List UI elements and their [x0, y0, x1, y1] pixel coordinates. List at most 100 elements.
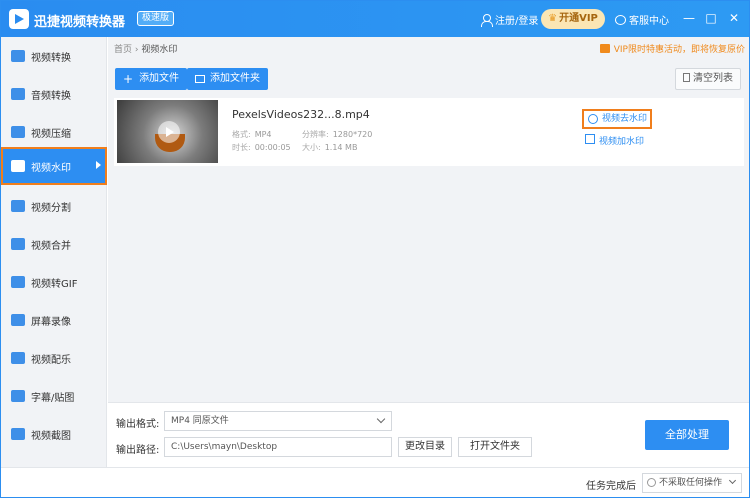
close-button[interactable]: ✕ — [726, 9, 742, 27]
chevron-down-icon — [376, 414, 386, 424]
login-label: 注册/登录 — [495, 16, 539, 27]
file-list-item[interactable]: PexelsVideos232...8.mp4 格式: MP4 分辨率: 1280*… — [114, 98, 744, 166]
play-icon[interactable] — [158, 121, 180, 143]
promo-text: VIP限时特惠活动，即将恢复原价 — [613, 45, 745, 55]
duration-label: 时长: — [232, 143, 251, 152]
video-watermark-icon — [11, 160, 25, 172]
output-format-label: 输出格式: — [116, 419, 160, 430]
minimize-button[interactable]: — — [681, 9, 697, 27]
plus-icon: + — [123, 72, 134, 86]
format-label: 格式: — [232, 130, 251, 139]
crown-icon: ♛ — [548, 13, 558, 24]
music-icon — [11, 352, 25, 364]
breadcrumb: 首页 › 视频水印 — [114, 42, 177, 55]
output-settings: 输出格式: MP4 同原文件 输出路径: C:\Users\mayn\Deskt… — [108, 402, 749, 467]
sidebar-item-video-compress[interactable]: 视频压缩 — [1, 113, 107, 151]
resolution-label: 分辨率: — [302, 130, 329, 139]
screen-record-icon — [11, 314, 25, 326]
sidebar-item-video-screenshot[interactable]: 视频截图 — [1, 415, 107, 453]
breadcrumb-separator: › — [134, 45, 139, 55]
app-window: 迅捷视频转换器 极速版 注册/登录 ♛ 开通VIP 客服中心 — □ ✕ 视频转换… — [0, 0, 750, 498]
after-task-select[interactable]: 不采取任何操作 — [642, 473, 742, 493]
sidebar-item-video-music[interactable]: 视频配乐 — [1, 339, 107, 377]
output-format-value: MP4 同原文件 — [171, 416, 229, 426]
sidebar-item-label: 视频配乐 — [31, 354, 71, 366]
sidebar-item-label: 视频分割 — [31, 202, 71, 214]
sidebar: 视频转换 音频转换 视频压缩 视频水印 视频分割 视频合并 视频转GIF 屏幕录… — [1, 37, 107, 467]
sidebar-item-subtitle-sticker[interactable]: 字幕/贴图 — [1, 377, 107, 415]
open-folder-button[interactable]: 打开文件夹 — [458, 437, 532, 457]
power-icon — [647, 478, 656, 487]
add-folder-button[interactable]: 添加文件夹 — [187, 68, 268, 90]
promo-link[interactable]: VIP限时特惠活动，即将恢复原价 — [599, 42, 745, 55]
output-path-label: 输出路径: — [116, 445, 160, 456]
add-watermark-button[interactable]: 视频加水印 — [599, 134, 644, 147]
vip-label: 开通VIP — [559, 13, 598, 24]
sidebar-item-label: 视频压缩 — [31, 128, 71, 140]
login-link[interactable]: 注册/登录 — [480, 12, 538, 27]
sidebar-item-label: 字幕/贴图 — [31, 392, 75, 404]
sidebar-item-label: 视频截图 — [31, 430, 71, 442]
app-logo-icon — [9, 9, 29, 29]
service-center-link[interactable]: 客服中心 — [615, 12, 669, 27]
chevron-down-icon — [728, 476, 737, 485]
sidebar-item-label: 视频合并 — [31, 240, 71, 252]
add-folder-label: 添加文件夹 — [210, 73, 260, 84]
breadcrumb-home[interactable]: 首页 — [114, 45, 132, 55]
title-bar: 迅捷视频转换器 极速版 注册/登录 ♛ 开通VIP 客服中心 — □ ✕ — [1, 1, 749, 37]
sidebar-item-label: 音频转换 — [31, 90, 71, 102]
change-directory-button[interactable]: 更改目录 — [398, 437, 452, 457]
sidebar-item-video-to-gif[interactable]: 视频转GIF — [1, 263, 107, 301]
video-split-icon — [11, 200, 25, 212]
output-format-select[interactable]: MP4 同原文件 — [164, 411, 392, 431]
breadcrumb-current: 视频水印 — [141, 45, 178, 55]
play-circle-icon — [588, 114, 598, 124]
remove-watermark-button[interactable]: 视频去水印 — [582, 109, 652, 129]
sidebar-item-label: 视频水印 — [31, 162, 71, 174]
sidebar-item-video-watermark[interactable]: 视频水印 — [1, 147, 107, 185]
process-all-button[interactable]: 全部处理 — [645, 420, 729, 450]
resolution-value: 1280*720 — [332, 130, 373, 139]
add-file-label: 添加文件 — [139, 73, 180, 84]
duration-value: 00:00:05 — [254, 143, 291, 152]
edit-icon — [585, 134, 595, 144]
file-duration: 时长: 00:00:05 — [232, 142, 291, 153]
chevron-right-icon — [96, 161, 101, 169]
screenshot-icon — [11, 428, 25, 440]
remove-watermark-label: 视频去水印 — [602, 114, 648, 124]
sidebar-item-screen-record[interactable]: 屏幕录像 — [1, 301, 107, 339]
maximize-button[interactable]: □ — [703, 9, 719, 27]
sidebar-item-video-merge[interactable]: 视频合并 — [1, 225, 107, 263]
video-merge-icon — [11, 238, 25, 250]
service-label: 客服中心 — [629, 16, 669, 27]
clear-list-label: 清空列表 — [693, 73, 733, 84]
size-value: 1.14 MB — [324, 143, 358, 152]
file-name: PexelsVideos232...8.mp4 — [232, 108, 370, 121]
status-bar: 任务完成后 不采取任何操作 — [1, 467, 749, 497]
sidebar-item-audio-convert[interactable]: 音频转换 — [1, 75, 107, 113]
video-thumbnail[interactable] — [117, 100, 218, 163]
trash-icon — [683, 73, 690, 82]
vip-button[interactable]: ♛ 开通VIP — [541, 9, 605, 29]
file-size: 大小: 1.14 MB — [302, 142, 357, 153]
sidebar-item-label: 屏幕录像 — [31, 316, 71, 328]
file-resolution: 分辨率: 1280*720 — [302, 129, 372, 140]
video-convert-icon — [11, 50, 25, 62]
format-value: MP4 — [254, 130, 272, 139]
subtitle-icon — [11, 390, 25, 402]
gif-icon — [11, 276, 25, 288]
sidebar-item-video-split[interactable]: 视频分割 — [1, 187, 107, 225]
user-icon — [480, 13, 493, 27]
after-task-value: 不采取任何操作 — [659, 478, 723, 488]
size-label: 大小: — [302, 143, 321, 152]
add-file-button[interactable]: + 添加文件 — [115, 68, 188, 90]
output-path-input[interactable]: C:\Users\mayn\Desktop — [164, 437, 392, 457]
file-format: 格式: MP4 — [232, 129, 272, 140]
chat-icon — [615, 14, 626, 25]
after-task-label: 任务完成后 — [586, 481, 636, 492]
sidebar-item-video-convert[interactable]: 视频转换 — [1, 37, 107, 75]
sidebar-item-label: 视频转换 — [31, 52, 71, 64]
app-title: 迅捷视频转换器 — [34, 15, 126, 30]
video-compress-icon — [11, 126, 25, 138]
clear-list-button[interactable]: 清空列表 — [675, 68, 741, 90]
